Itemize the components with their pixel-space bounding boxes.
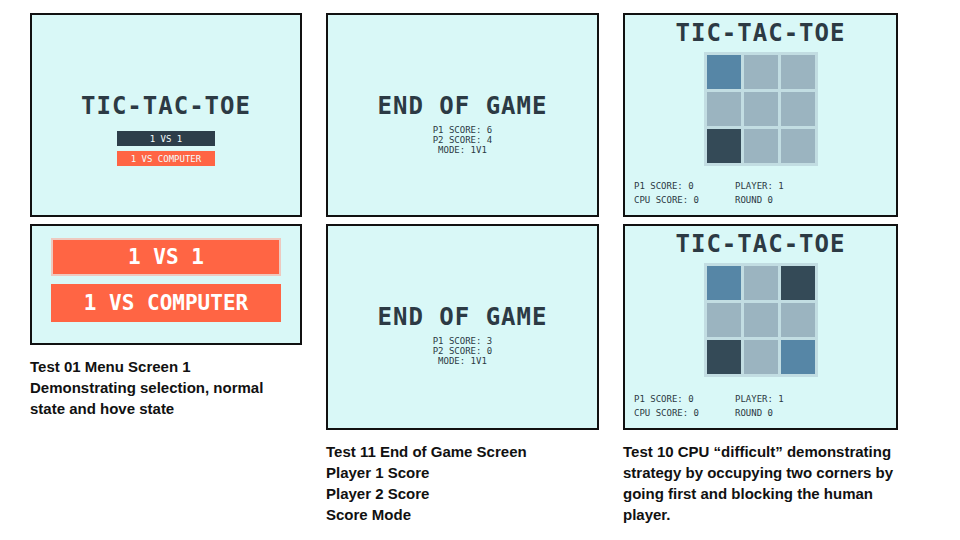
menu-button[interactable]: 1 VS 1 [117, 131, 215, 146]
board-cell[interactable] [744, 303, 778, 337]
caption-line: Test 10 CPU “difficult” demonstrating [623, 441, 893, 462]
menu-button[interactable]: 1 VS COMPUTER [51, 284, 281, 322]
score-line: P2 SCORE: 4 [433, 135, 493, 145]
test-column: TIC-TAC-TOEP1 SCORE: 0PLAYER: 1CPU SCORE… [623, 13, 898, 525]
board-cell[interactable] [707, 55, 741, 89]
game-title: TIC-TAC-TOE [676, 20, 846, 46]
board-cell[interactable] [707, 340, 741, 374]
stat-text: PLAYER: 1 [735, 181, 896, 191]
score-line: MODE: 1V1 [438, 356, 487, 366]
caption-line: Score Mode [326, 504, 527, 525]
board-cell[interactable] [707, 266, 741, 300]
board-cell[interactable] [781, 92, 815, 126]
caption-line: strategy by occupying two corners by [623, 462, 893, 483]
game-title: TIC-TAC-TOE [676, 231, 846, 257]
board-cell[interactable] [744, 129, 778, 163]
board-cell[interactable] [781, 303, 815, 337]
board-cell[interactable] [781, 129, 815, 163]
test-caption: Test 11 End of Game ScreenPlayer 1 Score… [326, 441, 527, 525]
stat-text: P1 SCORE: 0 [634, 181, 735, 191]
test-column: TIC-TAC-TOE1 VS 11 VS COMPUTER1 VS 11 VS… [30, 13, 302, 419]
game: TIC-TAC-TOE P1 SCORE: 0PLAYER: 1CPU SCORE… [625, 15, 896, 215]
button-states-screen: 1 VS 1 1 VS COMPUTER [30, 224, 302, 345]
caption-line: player. [623, 504, 893, 525]
menu-button[interactable]: 1 VS COMPUTER [117, 151, 215, 166]
end-screen: END OF GAME P1 SCORE: 3P2 SCORE: 0MODE: 1… [326, 224, 599, 430]
menu-button[interactable]: 1 VS 1 [51, 238, 281, 276]
end-summary: END OF GAME P1 SCORE: 6P2 SCORE: 4MODE: 1… [378, 15, 548, 155]
board-cell[interactable] [781, 55, 815, 89]
menu-screen: TIC-TAC-TOE 1 VS 1 1 VS COMPUTER [30, 13, 302, 217]
board-cell[interactable] [781, 266, 815, 300]
score-line: MODE: 1V1 [438, 145, 487, 155]
board-cell[interactable] [744, 92, 778, 126]
board-cell[interactable] [744, 340, 778, 374]
end-title: END OF GAME [378, 93, 548, 119]
caption-line: Test 11 End of Game Screen [326, 441, 527, 462]
score-line: P1 SCORE: 3 [433, 336, 493, 346]
button-states: 1 VS 1 1 VS COMPUTER [32, 226, 300, 322]
test-column: END OF GAMEP1 SCORE: 6P2 SCORE: 4MODE: 1… [326, 13, 599, 525]
test-caption: Test 01 Menu Screen 1Demonstrating selec… [30, 356, 263, 419]
game-title: TIC-TAC-TOE [81, 93, 251, 119]
board-cell[interactable] [707, 129, 741, 163]
board-cell[interactable] [707, 303, 741, 337]
caption-line: Demonstrating selection, normal [30, 377, 263, 398]
board-cell[interactable] [707, 92, 741, 126]
end-screen: END OF GAME P1 SCORE: 6P2 SCORE: 4MODE: 1… [326, 13, 599, 217]
game-screen: TIC-TAC-TOE P1 SCORE: 0PLAYER: 1CPU SCORE… [623, 224, 898, 430]
game: TIC-TAC-TOE P1 SCORE: 0PLAYER: 1CPU SCORE… [625, 226, 896, 428]
stat-text: PLAYER: 1 [735, 394, 896, 404]
caption-line: Test 01 Menu Screen 1 [30, 356, 263, 377]
caption-line: Player 2 Score [326, 483, 527, 504]
game-screen: TIC-TAC-TOE P1 SCORE: 0PLAYER: 1CPU SCORE… [623, 13, 898, 217]
board-cell[interactable] [781, 340, 815, 374]
slide: TIC-TAC-TOE1 VS 11 VS COMPUTER1 VS 11 VS… [0, 0, 960, 540]
end-summary: END OF GAME P1 SCORE: 3P2 SCORE: 0MODE: 1… [378, 226, 548, 366]
end-title: END OF GAME [378, 304, 548, 330]
score-line: P1 SCORE: 6 [433, 125, 493, 135]
test-caption: Test 10 CPU “difficult” demonstratingstr… [623, 441, 893, 525]
game-board [704, 52, 818, 166]
score-line: P2 SCORE: 0 [433, 346, 493, 356]
caption-line: going first and blocking the human [623, 483, 893, 504]
board-cell[interactable] [744, 266, 778, 300]
game-stats: P1 SCORE: 0PLAYER: 1CPU SCORE: 0ROUND 0 [625, 181, 896, 215]
stat-text: CPU SCORE: 0 [634, 408, 735, 418]
stat-text: CPU SCORE: 0 [634, 195, 735, 205]
game-board [704, 263, 818, 377]
menu: TIC-TAC-TOE 1 VS 1 1 VS COMPUTER [81, 15, 251, 171]
board-cell[interactable] [744, 55, 778, 89]
game-stats: P1 SCORE: 0PLAYER: 1CPU SCORE: 0ROUND 0 [625, 394, 896, 428]
caption-line: state and hove state [30, 398, 263, 419]
caption-line: Player 1 Score [326, 462, 527, 483]
stat-text: P1 SCORE: 0 [634, 394, 735, 404]
stat-text: ROUND 0 [735, 195, 896, 205]
stat-text: ROUND 0 [735, 408, 896, 418]
